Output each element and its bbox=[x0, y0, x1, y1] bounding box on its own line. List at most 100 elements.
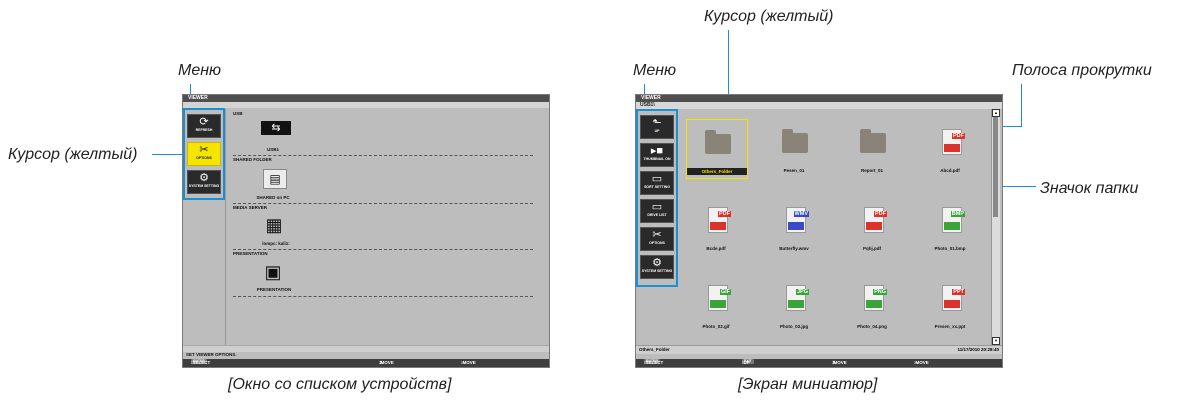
section-divider bbox=[233, 155, 533, 156]
media-server-icon[interactable]: ▦ bbox=[261, 216, 287, 234]
folder-thumbnail[interactable]: Pesen_01 bbox=[764, 119, 824, 177]
key-guide-bar: ENTER:SELECT EXIT:UP FOLDER ⇕ :MOVE ⇔ :M… bbox=[636, 359, 1002, 367]
options-button[interactable]: ✂ OPTIONS bbox=[640, 227, 674, 251]
thumbnail-label: Abcd.pdf bbox=[940, 168, 960, 173]
network-folder-icon[interactable]: ▤ bbox=[263, 169, 287, 189]
file-type-tag: JPG bbox=[795, 289, 809, 295]
file-type-tag: PDF bbox=[952, 133, 965, 139]
file-type-tag: PNG bbox=[873, 289, 887, 295]
device-menu: ⟳ REFRESH ✂ OPTIONS ⚙ SYSTEM SETTING bbox=[183, 108, 225, 200]
options-button[interactable]: ✂ OPTIONS bbox=[187, 142, 221, 166]
thumbnail-label: Bcde.pdf bbox=[706, 246, 726, 251]
sort-icon: ▭ bbox=[651, 173, 663, 185]
device-usb1[interactable]: USB1 bbox=[243, 147, 303, 152]
sort-setting-button[interactable]: ▭ SORT SETTING bbox=[640, 171, 674, 195]
folder-icon bbox=[705, 130, 731, 154]
file-thumbnail[interactable]: PNG Photo_04.png bbox=[842, 275, 902, 333]
thumbnail-label: Pqhj.pdf bbox=[863, 246, 881, 251]
file-type-icon: GIF bbox=[708, 285, 731, 311]
file-type-band bbox=[944, 300, 960, 308]
file-type-icon: PDF bbox=[942, 129, 965, 155]
timestamp: 11/17/2010 20:28:40 bbox=[957, 347, 999, 352]
tools-icon: ✂ bbox=[199, 144, 209, 156]
refresh-button[interactable]: ⟳ REFRESH bbox=[187, 114, 221, 138]
folder-thumbnail[interactable]: Others_Folder bbox=[686, 119, 748, 179]
folder-up-icon: ⬑ bbox=[652, 117, 662, 129]
file-type-tag: GIF bbox=[719, 289, 731, 295]
thumbnail-menu: ⬑ UP ▸■ THUMBNAIL ON ▭ SORT SETTING ▭ DR… bbox=[636, 109, 678, 287]
file-type-band bbox=[866, 300, 882, 308]
device-media-server[interactable]: lompc: kali1: bbox=[241, 241, 311, 246]
file-thumbnail[interactable]: PDF Bcde.pdf bbox=[686, 197, 746, 255]
file-thumbnail[interactable]: PDF Pqhj.pdf bbox=[842, 197, 902, 255]
scrollbar[interactable]: ▲ ▼ bbox=[991, 109, 1000, 345]
cursor-callout-label-right: Курсор (желтый) bbox=[704, 8, 834, 25]
usb-icon[interactable]: ⇆ bbox=[261, 121, 291, 135]
file-type-icon: PNG bbox=[864, 285, 887, 311]
scroll-up-icon[interactable]: ▲ bbox=[992, 109, 1000, 117]
file-type-icon: BMP bbox=[942, 207, 965, 233]
thumbnail-label: Report_01 bbox=[860, 168, 883, 173]
drive-list-button[interactable]: ▭ DRIVE LIST bbox=[640, 199, 674, 223]
folder-icon-callout-label: Значок папки bbox=[1040, 180, 1139, 197]
section-header-shared-folder: SHARED FOLDER bbox=[233, 157, 272, 162]
file-type-icon: PPT bbox=[942, 285, 965, 311]
folder-icon bbox=[860, 129, 886, 153]
scroll-down-icon[interactable]: ▼ bbox=[992, 337, 1000, 345]
thumbnail-label: Photo_01.bmp bbox=[934, 246, 966, 251]
section-header-usb: USB bbox=[233, 111, 243, 116]
file-type-band bbox=[866, 222, 882, 230]
file-thumbnail[interactable]: PDF Abcd.pdf bbox=[920, 119, 980, 177]
refresh-icon: ⟳ bbox=[199, 116, 209, 128]
window-title: VIEWER bbox=[636, 95, 1002, 102]
scrollbar-callout-line bbox=[1021, 84, 1022, 126]
section-header-presentation: PRESENTATION bbox=[233, 251, 268, 256]
system-setting-button[interactable]: ⚙ SYSTEM SETTING bbox=[640, 255, 674, 279]
device-presentation[interactable]: PRESENTATION bbox=[239, 287, 309, 292]
file-thumbnail[interactable]: BMP Photo_01.bmp bbox=[920, 197, 980, 255]
file-type-band bbox=[788, 300, 804, 308]
file-type-tag: PPT bbox=[952, 289, 965, 295]
thumbnail-label: Pesen_01 bbox=[783, 168, 805, 173]
presentation-icon[interactable]: ▣ bbox=[263, 263, 283, 281]
status-message: SET VIEWER OPTIONS. bbox=[186, 352, 237, 357]
section-divider bbox=[233, 203, 533, 204]
file-type-band bbox=[710, 222, 726, 230]
status-bar: Others_Folder 11/17/2010 20:28:40 bbox=[636, 345, 1002, 354]
cursor-callout-label: Курсор (желтый) bbox=[8, 146, 138, 163]
folder-thumbnail[interactable]: Report_01 bbox=[842, 119, 902, 177]
section-divider bbox=[233, 249, 533, 250]
file-type-tag: BMP bbox=[950, 211, 965, 217]
thumbnail-label: Photo_04.png bbox=[857, 324, 887, 329]
thumbnail-label: Butterfly.wmv bbox=[779, 246, 809, 251]
file-type-tag: WMV bbox=[793, 211, 809, 217]
file-type-icon: JPG bbox=[786, 285, 809, 311]
thumbnail-on-button[interactable]: ▸■ THUMBNAIL ON bbox=[640, 143, 674, 167]
settings-icon: ⚙ bbox=[652, 257, 662, 269]
section-header-media-server: MEDIA SERVER bbox=[233, 205, 268, 210]
system-setting-button[interactable]: ⚙ SYSTEM SETTING bbox=[187, 170, 221, 194]
selected-filename: Others_Folder bbox=[639, 347, 670, 352]
file-type-tag: PDF bbox=[874, 211, 887, 217]
up-button[interactable]: ⬑ UP bbox=[640, 115, 674, 139]
scrollbar-thumb[interactable] bbox=[993, 117, 998, 217]
device-list-screen: VIEWER ⟳ REFRESH ✂ OPTIONS ⚙ SYSTEM SETT… bbox=[182, 94, 550, 368]
tools-icon: ✂ bbox=[652, 229, 662, 241]
thumbnail-label: Others_Folder bbox=[687, 168, 747, 175]
file-type-band bbox=[944, 222, 960, 230]
menu-callout-label: Меню bbox=[178, 62, 222, 79]
scrollbar-callout-line bbox=[1000, 126, 1022, 127]
file-thumbnail[interactable]: WMV Butterfly.wmv bbox=[764, 197, 824, 255]
thumbnail-label: Photo_02.gif bbox=[702, 324, 730, 329]
current-path: USB1\ bbox=[636, 102, 1002, 109]
caption-device-list: [Окно со списком устройств] bbox=[228, 376, 452, 393]
device-shared-on-pc[interactable]: SHARED on PC bbox=[243, 195, 303, 200]
thumbnail-label: Presen_xx.ppt bbox=[934, 324, 966, 329]
file-thumbnail[interactable]: JPG Photo_03.jpg bbox=[764, 275, 824, 333]
thumbnail-screen: VIEWER USB1\ ⬑ UP ▸■ THUMBNAIL ON ▭ SORT… bbox=[635, 94, 1003, 368]
menu-callout-label-right: Меню bbox=[633, 62, 677, 79]
file-thumbnail[interactable]: PPT Presen_xx.ppt bbox=[920, 275, 980, 333]
drive-list-icon: ▭ bbox=[651, 201, 663, 213]
section-divider bbox=[233, 296, 533, 297]
file-thumbnail[interactable]: GIF Photo_02.gif bbox=[686, 275, 746, 333]
